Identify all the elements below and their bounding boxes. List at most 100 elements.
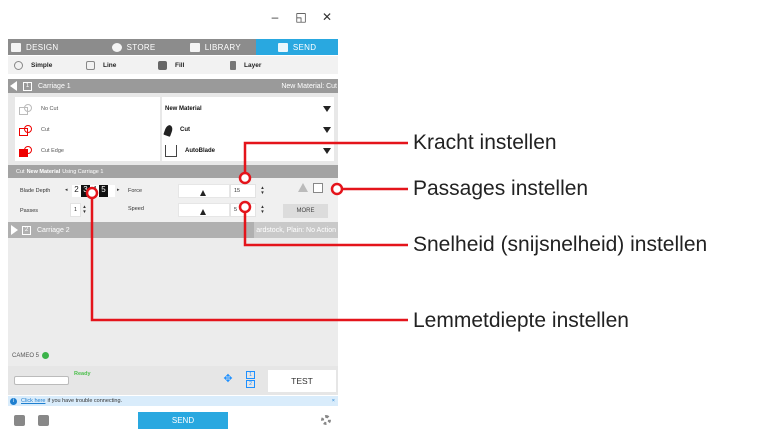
mode-simple[interactable]: Simple: [8, 60, 80, 70]
collapse-arrow-icon: [10, 81, 17, 91]
radio-icon: [14, 60, 23, 70]
settings-header-suffix: Using Carriage 1: [62, 168, 104, 175]
depth-digit: 2: [72, 185, 81, 197]
depth-digit: 5: [99, 185, 108, 197]
cut-option-cut[interactable]: Cut: [15, 120, 50, 140]
material-dropdown[interactable]: New Material: [165, 99, 331, 119]
slider-thumb-icon: [200, 190, 206, 196]
tab-store[interactable]: STORE: [93, 39, 175, 55]
force-slider[interactable]: [178, 184, 230, 198]
minimize-button[interactable]: –: [262, 10, 288, 24]
screenshot-root: – ◱ ✕ DESIGN STORE LIBRARY SEND Simple L…: [0, 0, 768, 429]
no-cut-icon: [19, 103, 33, 115]
depth-digit: 3: [81, 185, 90, 197]
settings-header: Cut New Material Using Carriage 1: [8, 165, 338, 178]
tab-send[interactable]: SEND: [256, 39, 338, 55]
speed-label: Speed: [128, 206, 144, 212]
mode-line[interactable]: Line: [80, 60, 152, 70]
force-input[interactable]: 15: [230, 184, 256, 198]
library-icon: [189, 42, 200, 52]
speed-stepper[interactable]: ▲ ▼: [260, 204, 265, 214]
passes-label: Passes: [20, 208, 39, 214]
device-status: Ready: [74, 371, 91, 377]
tab-design[interactable]: DESIGN: [8, 39, 93, 55]
close-icon[interactable]: ×: [332, 398, 335, 404]
device-name: CAMEO 5: [12, 352, 50, 359]
more-button[interactable]: MORE: [283, 204, 328, 218]
maximize-button[interactable]: ◱: [288, 10, 314, 24]
force-label: Force: [128, 188, 143, 194]
speed-slider[interactable]: [178, 203, 230, 217]
depth-decrease-icon[interactable]: ◂: [65, 187, 68, 193]
help-link[interactable]: Click here: [21, 398, 45, 404]
tab-library-label: LIBRARY: [204, 42, 241, 52]
cut-option-cut-edge[interactable]: Cut Edge: [15, 141, 64, 161]
depth-digit: 4: [90, 185, 99, 197]
info-text: if you have trouble connecting.: [47, 398, 123, 404]
mode-simple-label: Simple: [31, 61, 53, 69]
carriage-2-header[interactable]: 2 Carriage 2 ardstock, Plain: No Action: [8, 222, 338, 238]
mode-fill[interactable]: Fill: [152, 60, 224, 70]
tool-dropdown[interactable]: AutoBlade: [165, 141, 331, 161]
action-dropdown[interactable]: Cut: [163, 120, 331, 140]
carriage-label: Carriage 2: [37, 226, 70, 234]
line-style-icon[interactable]: [298, 183, 308, 192]
knife-icon: [163, 123, 174, 137]
move-arrows-icon[interactable]: ✥: [218, 372, 238, 388]
plotter-icon[interactable]: [14, 376, 69, 385]
tutorial-icon[interactable]: [38, 415, 49, 426]
carriage-number: 2: [22, 225, 31, 235]
carriage-selector[interactable]: 12: [246, 371, 255, 389]
cut-settings: Blade Depth ◂ 2 3 4 5 ▸ Passes 1 ▲ ▼ Forc…: [8, 178, 338, 222]
mode-layer[interactable]: Layer: [224, 60, 296, 70]
send-button[interactable]: SEND: [138, 412, 228, 429]
carriage-1-header[interactable]: 1 Carriage 1 New Material: Cut: [8, 79, 338, 93]
speed-input[interactable]: 5: [230, 203, 256, 217]
chevron-down-icon: [323, 106, 331, 112]
cut-icon: [19, 124, 33, 136]
cut-option-label: Cut Edge: [41, 148, 64, 154]
line-icon: [86, 60, 95, 70]
carriage-material-summary: ardstock, Plain: No Action: [254, 222, 338, 238]
cutter-icon: [277, 42, 288, 52]
force-stepper[interactable]: ▲ ▼: [260, 185, 265, 195]
expand-arrow-icon: [11, 225, 18, 235]
cut-option-label: Cut: [41, 127, 50, 133]
carriage-label: Carriage 1: [38, 82, 71, 90]
test-button[interactable]: TEST: [268, 370, 336, 392]
send-mode-tabs: Simple Line Fill Layer: [8, 56, 338, 74]
tab-store-label: STORE: [126, 42, 156, 52]
passes-stepper[interactable]: ▲ ▼: [82, 204, 87, 214]
tab-design-label: DESIGN: [26, 42, 59, 52]
close-button[interactable]: ✕: [314, 10, 340, 24]
material-value: New Material: [165, 106, 202, 112]
callout-speed: Snelheid (snijsnelheid) instellen: [413, 233, 708, 256]
tool-value: AutoBlade: [185, 148, 215, 154]
material-selectors: New Material Cut AutoBlade: [162, 97, 334, 161]
cut-option-label: No Cut: [41, 106, 59, 112]
cutter-icon[interactable]: [14, 415, 25, 426]
passes-input[interactable]: 1: [70, 203, 81, 217]
device-name-text: CAMEO 5: [12, 352, 40, 359]
mode-fill-label: Fill: [175, 61, 185, 69]
carriage-selector-1[interactable]: 1: [246, 371, 255, 379]
settings-header-prefix: Cut: [16, 168, 25, 175]
gear-icon[interactable]: [321, 415, 331, 425]
cut-option-no-cut[interactable]: No Cut: [15, 99, 58, 119]
tab-library[interactable]: LIBRARY: [175, 39, 257, 55]
window-controls: – ◱ ✕: [262, 10, 340, 24]
footer-bar: SEND: [8, 407, 338, 429]
chevron-down-icon: [323, 148, 331, 154]
blade-depth-selector[interactable]: 2 3 4 5: [72, 185, 115, 197]
blade-icon: [165, 145, 177, 157]
carriage-1-panel: No Cut Cut Cut Edge New Material Cut Aut…: [8, 93, 338, 165]
fill-icon: [158, 60, 167, 70]
carriage-selector-2[interactable]: 2: [246, 380, 255, 388]
depth-increase-icon[interactable]: ▸: [117, 187, 120, 193]
callout-force: Kracht instellen: [413, 131, 557, 154]
blade-depth-label: Blade Depth: [20, 188, 51, 194]
carriage-number: 1: [23, 81, 32, 91]
check-icon: [42, 352, 50, 359]
store-icon: [111, 42, 122, 52]
shape-preview-icon[interactable]: [313, 183, 323, 193]
